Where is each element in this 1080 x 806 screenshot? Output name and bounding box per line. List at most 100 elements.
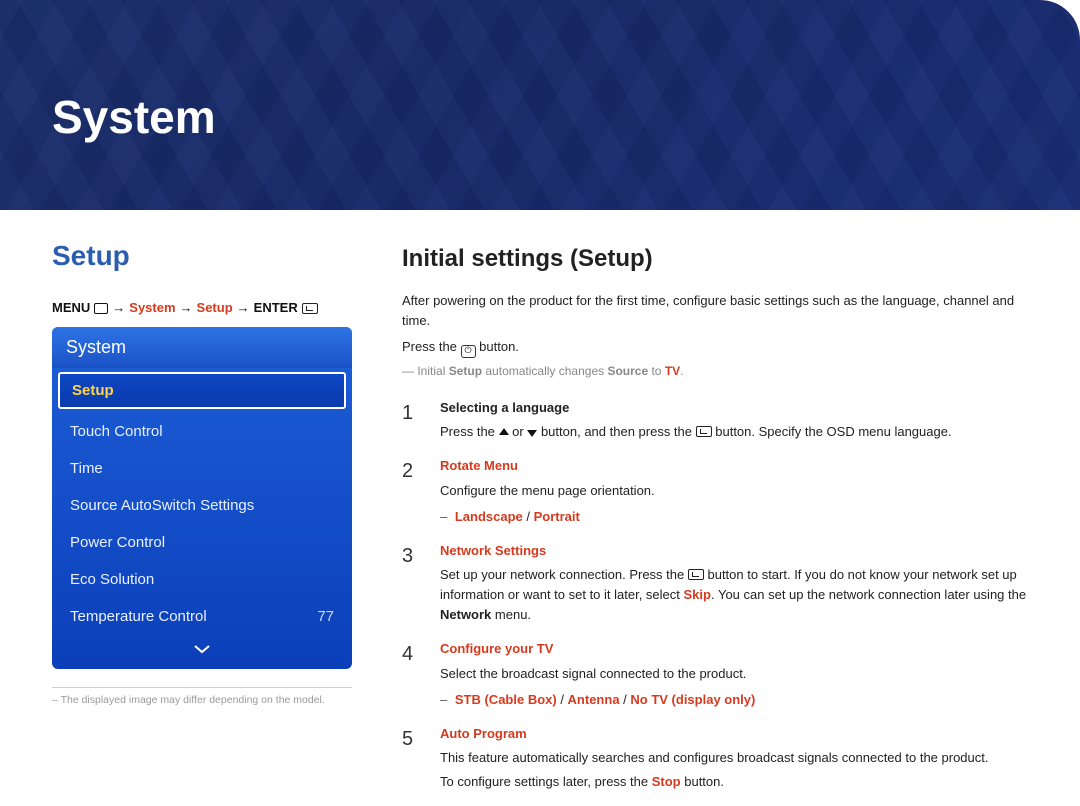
step-num: 3 (402, 541, 420, 572)
t: or (512, 424, 527, 439)
skip: Skip (684, 587, 711, 602)
step-5: 5 Auto Program This feature automaticall… (402, 724, 1032, 792)
step-text: Configure the menu page orientation. (440, 481, 1032, 501)
menu-icon (94, 303, 108, 314)
step-bullet: – Landscape / Portrait (440, 507, 1032, 527)
t: button. (681, 774, 724, 789)
opt-b: Portrait (534, 509, 580, 524)
step-heading: Rotate Menu (440, 456, 1032, 476)
step-body: Network Settings Set up your network con… (440, 541, 1032, 626)
step-text-2: To configure settings later, press the S… (440, 772, 1032, 792)
breadcrumb-enter: ENTER (254, 300, 298, 315)
footnote-text: The displayed image may differ depending… (61, 694, 325, 706)
menu-item-label: Source AutoSwitch Settings (70, 497, 254, 514)
step-bullet: – STB (Cable Box) / Antenna / No TV (dis… (440, 690, 1032, 710)
menu-item-label: Setup (72, 382, 114, 399)
step-body: Rotate Menu Configure the menu page orie… (440, 456, 1032, 526)
menu-item-source-autoswitch[interactable]: Source AutoSwitch Settings (52, 487, 352, 524)
intro-text: After powering on the product for the fi… (402, 291, 1032, 331)
menu-item-label: Power Control (70, 534, 165, 551)
step-text: This feature automatically searches and … (440, 748, 1032, 768)
menu-item-touch-control[interactable]: Touch Control (52, 413, 352, 450)
triangle-down-icon (527, 430, 537, 437)
triangle-up-icon (499, 428, 509, 435)
step-num: 4 (402, 639, 420, 670)
step-2: 2 Rotate Menu Configure the menu page or… (402, 456, 1032, 526)
t: button, and then press the (541, 424, 696, 439)
section-title-setup: Setup (52, 240, 352, 272)
t: . You can set up the network connection … (711, 587, 1026, 602)
note-t1: Initial (417, 364, 448, 378)
t: Set up your network connection. Press th… (440, 567, 688, 582)
page-title: System (52, 90, 216, 144)
breadcrumb-arrow: → (180, 300, 193, 315)
step-text: Select the broadcast signal connected to… (440, 664, 1032, 684)
menu-item-power-control[interactable]: Power Control (52, 524, 352, 561)
step-text: Set up your network connection. Press th… (440, 565, 1032, 625)
step-heading: Auto Program (440, 724, 1032, 744)
note-tv: TV (665, 364, 680, 378)
step-body: Selecting a language Press the or button… (440, 398, 1032, 442)
chevron-down-icon[interactable] (52, 635, 352, 669)
breadcrumb-menu: MENU (52, 300, 90, 315)
opt-sep: / (523, 509, 534, 524)
t: menu. (491, 607, 531, 622)
steps-list: 1 Selecting a language Press the or butt… (402, 398, 1032, 792)
bullet-dash: – (440, 692, 447, 707)
enter-icon (302, 303, 318, 314)
left-column: Setup MENU → System → Setup → ENTER Syst… (52, 240, 352, 806)
footnote-dash: – (52, 694, 61, 706)
breadcrumb: MENU → System → Setup → ENTER (52, 300, 352, 315)
t: button. Specify the OSD menu language. (715, 424, 951, 439)
opt-sep: / (557, 692, 568, 707)
press-line: Press the ⏻ button. (402, 337, 1032, 357)
step-1: 1 Selecting a language Press the or butt… (402, 398, 1032, 442)
bullet-dash: – (440, 509, 447, 524)
opt-a: Landscape (455, 509, 523, 524)
dash-note: ― Initial Setup automatically changes So… (402, 362, 1032, 381)
breadcrumb-arrow: → (237, 300, 250, 315)
menu-item-eco-solution[interactable]: Eco Solution (52, 561, 352, 598)
step-4: 4 Configure your TV Select the broadcast… (402, 639, 1032, 709)
step-3: 3 Network Settings Set up your network c… (402, 541, 1032, 626)
opt-a: STB (Cable Box) (455, 692, 557, 707)
note-t4: . (680, 364, 683, 378)
divider (52, 687, 352, 688)
footnote: – The displayed image may differ dependi… (52, 694, 352, 706)
menu-item-temperature-control[interactable]: Temperature Control 77 (52, 598, 352, 635)
menu-item-value: 77 (317, 608, 334, 625)
opt-sep2: / (620, 692, 631, 707)
t: Press the (440, 424, 499, 439)
breadcrumb-system: System (129, 300, 175, 315)
press-prefix: Press the (402, 339, 461, 354)
step-heading: Selecting a language (440, 398, 1032, 418)
menu-panel-title: System (52, 327, 352, 368)
content: Setup MENU → System → Setup → ENTER Syst… (0, 210, 1080, 806)
step-num: 2 (402, 456, 420, 487)
step-body: Auto Program This feature automatically … (440, 724, 1032, 792)
menu-item-setup[interactable]: Setup (58, 372, 346, 409)
right-title: Initial settings (Setup) (402, 240, 1032, 277)
t: To configure settings later, press the (440, 774, 652, 789)
dash: ― (402, 364, 414, 378)
step-body: Configure your TV Select the broadcast s… (440, 639, 1032, 709)
note-source: Source (607, 364, 648, 378)
network: Network (440, 607, 491, 622)
menu-item-time[interactable]: Time (52, 450, 352, 487)
header-band: System (0, 0, 1080, 210)
note-setup: Setup (449, 364, 482, 378)
power-icon: ⏻ (461, 345, 476, 358)
breadcrumb-setup: Setup (197, 300, 233, 315)
note-t2: automatically changes (482, 364, 607, 378)
step-heading: Configure your TV (440, 639, 1032, 659)
menu-item-label: Temperature Control (70, 608, 207, 625)
step-heading: Network Settings (440, 541, 1032, 561)
enter-icon (688, 569, 704, 580)
stop: Stop (652, 774, 681, 789)
right-column: Initial settings (Setup) After powering … (402, 240, 1032, 806)
press-suffix: button. (479, 339, 519, 354)
breadcrumb-arrow: → (112, 300, 125, 315)
opt-c: No TV (display only) (630, 692, 755, 707)
system-menu-panel: System Setup Touch Control Time Source A… (52, 327, 352, 669)
step-num: 1 (402, 398, 420, 429)
